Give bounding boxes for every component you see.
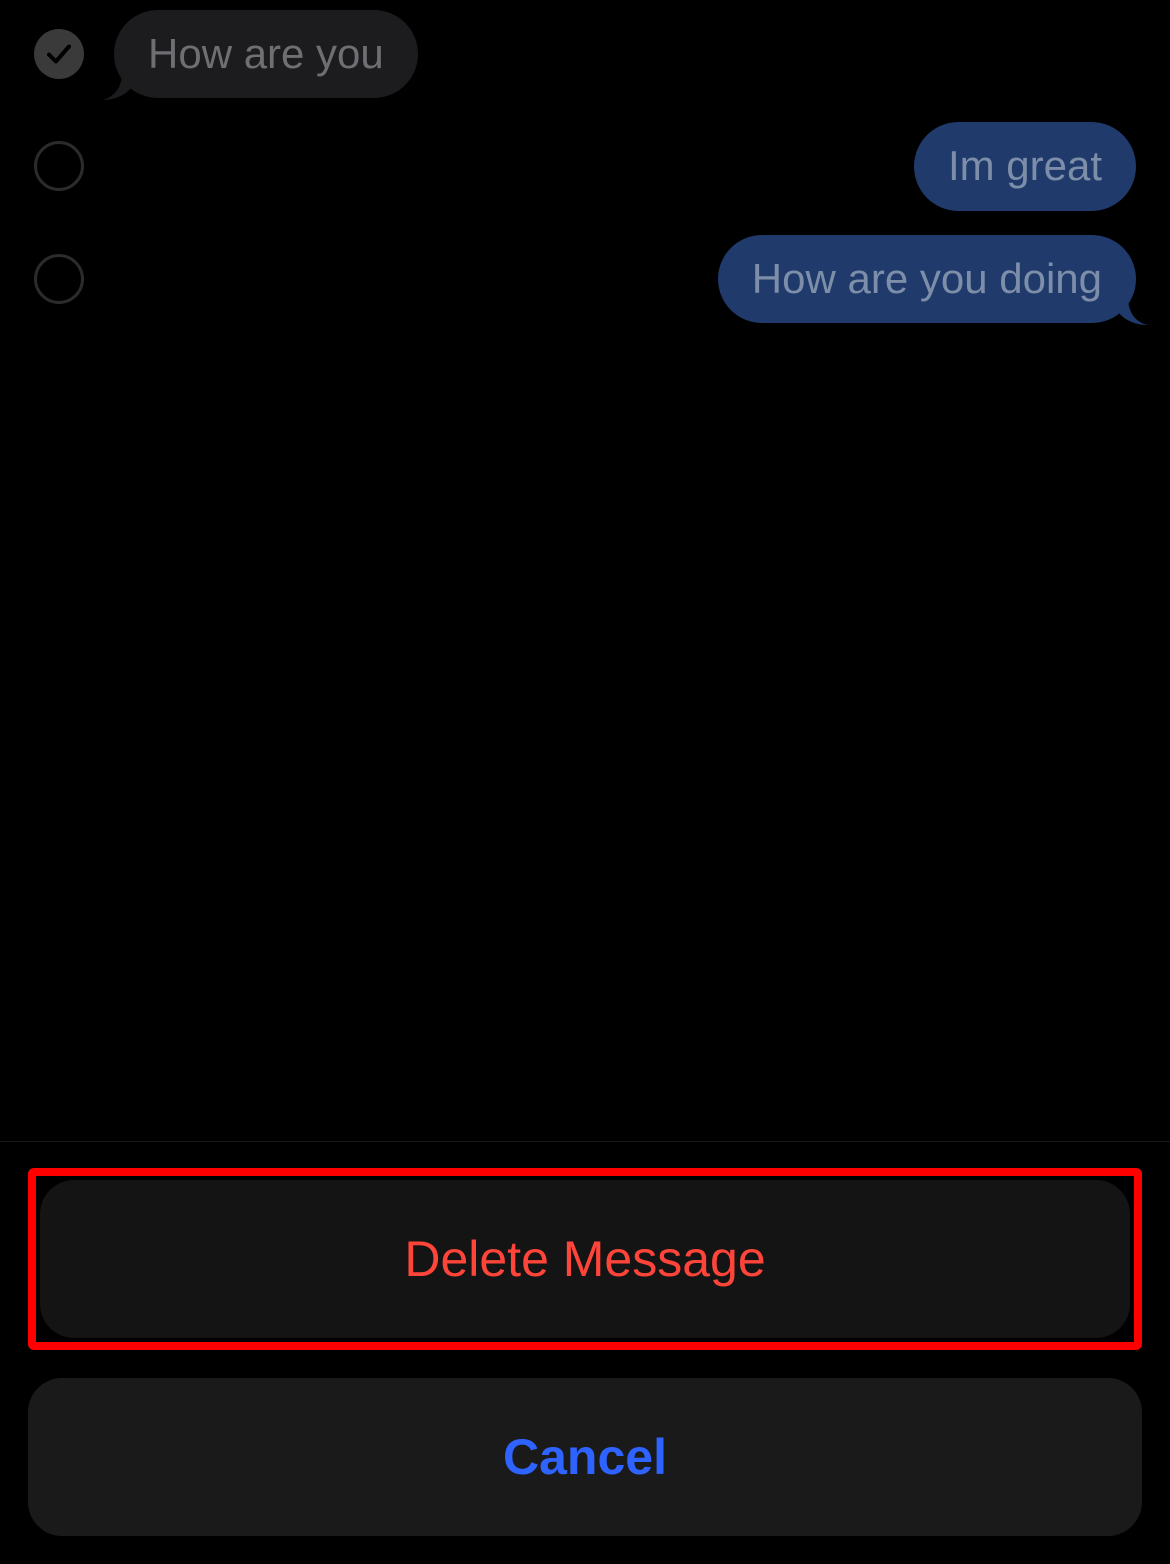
message-text: How are you	[148, 30, 384, 77]
bubble-tail-icon	[102, 72, 136, 100]
select-toggle[interactable]	[34, 254, 84, 304]
message-row: Im great	[34, 122, 1136, 210]
cancel-button[interactable]: Cancel	[28, 1378, 1142, 1536]
checkmark-icon	[34, 29, 84, 79]
select-toggle[interactable]	[34, 141, 84, 191]
message-bubble-outgoing[interactable]: How are you doing	[718, 235, 1136, 323]
annotation-highlight: Delete Message	[28, 1168, 1142, 1350]
action-sheet: Delete Message Cancel	[28, 1168, 1142, 1536]
bubble-container: How are you doing	[84, 235, 1136, 323]
circle-unchecked-icon	[34, 141, 84, 191]
circle-unchecked-icon	[34, 254, 84, 304]
message-row: How are you doing	[34, 235, 1136, 323]
message-bubble-outgoing[interactable]: Im great	[914, 122, 1136, 210]
bubble-tail-icon	[1114, 297, 1148, 325]
bubble-container: Im great	[84, 122, 1136, 210]
message-bubble-incoming[interactable]: How are you	[114, 10, 418, 98]
message-text: Im great	[948, 142, 1102, 189]
select-toggle[interactable]	[34, 29, 84, 79]
message-list: How are you Im great How are you doing	[0, 10, 1170, 347]
delete-message-button[interactable]: Delete Message	[40, 1180, 1130, 1338]
message-row: How are you	[34, 10, 1136, 98]
separator	[0, 1141, 1170, 1142]
bubble-container: How are you	[84, 10, 1136, 98]
message-text: How are you doing	[752, 255, 1102, 302]
